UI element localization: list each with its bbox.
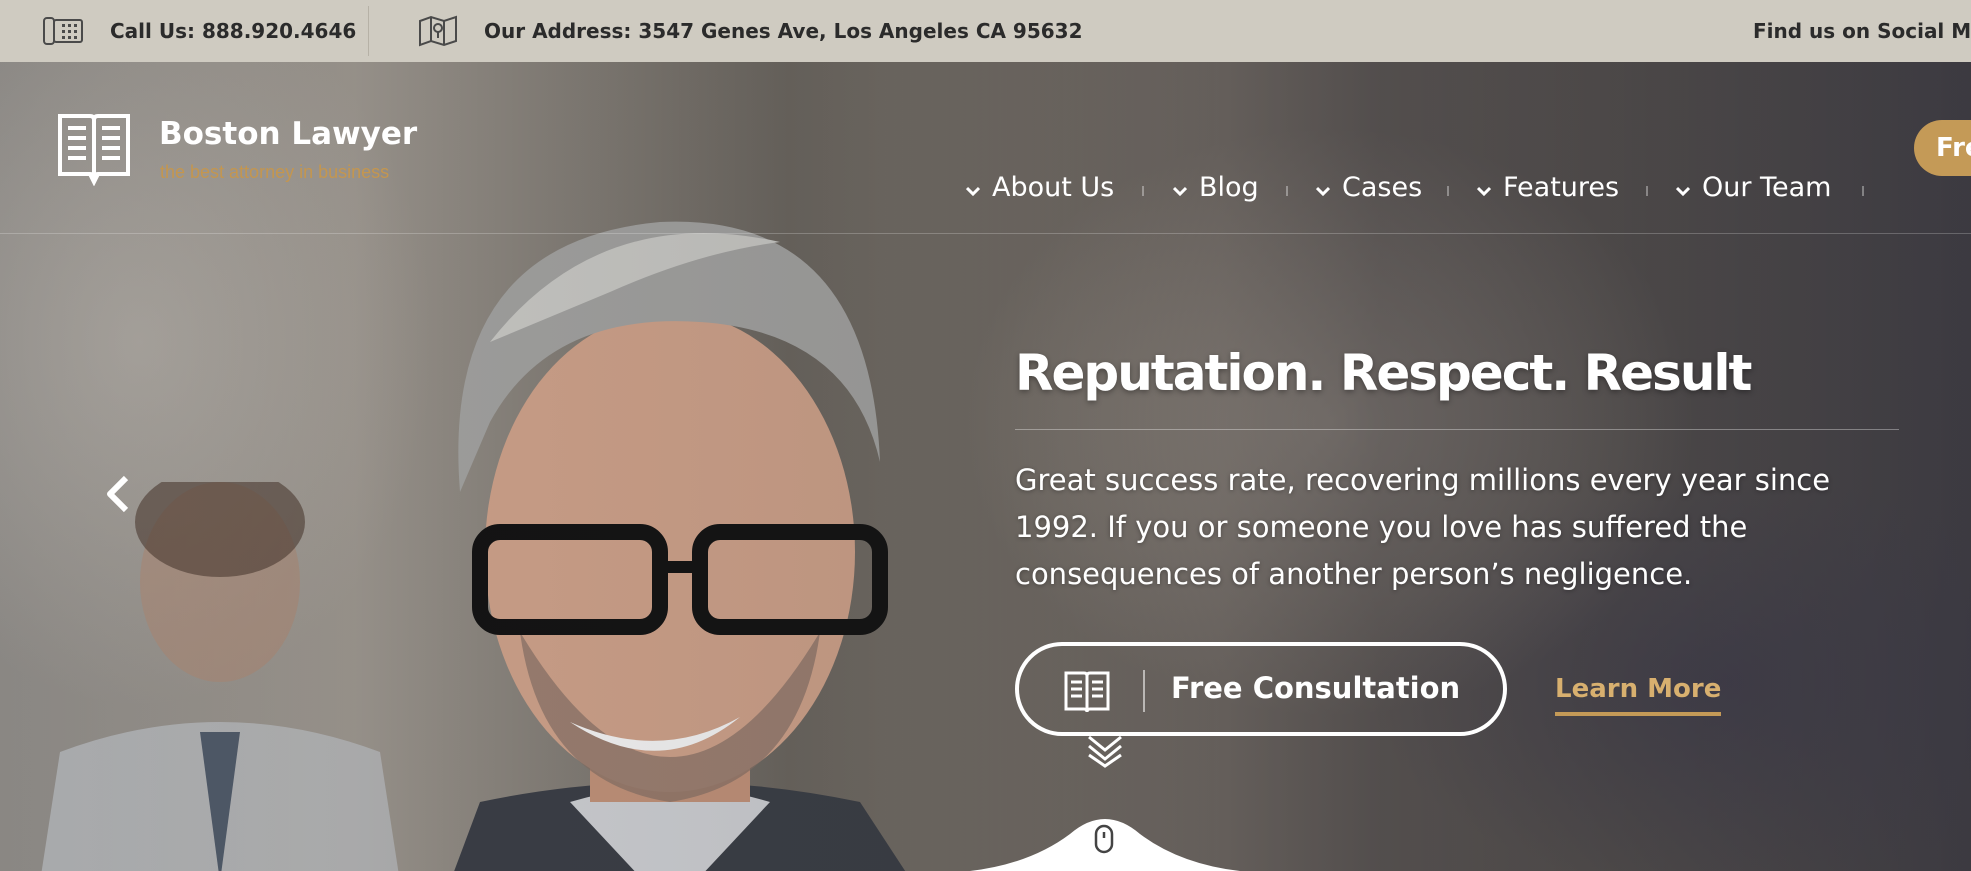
nav-divider-line [0, 233, 1971, 234]
nav-item-blog[interactable]: Blog [1172, 172, 1259, 203]
chevron-down-icon [1476, 172, 1492, 203]
site-logo[interactable]: Boston Lawyer the best attorney in busin… [56, 110, 417, 191]
nav-label: Blog [1199, 172, 1259, 203]
hero-headline: Reputation. Respect. Result [1015, 344, 1752, 402]
brand-tagline: the best attorney in business [160, 162, 390, 182]
free-consultation-button[interactable]: Free Consultation [1015, 642, 1507, 736]
nav-item-about-us[interactable]: About Us [965, 172, 1115, 203]
address-text: Our Address: 3547 Genes Ave, Los Angeles… [484, 19, 1083, 43]
map-icon [418, 13, 458, 49]
chevron-down-icon [965, 172, 981, 203]
book-icon [1063, 668, 1111, 721]
nav-item-features[interactable]: Features [1476, 172, 1620, 203]
brand-name: Boston Lawyer [159, 116, 418, 152]
phone-contact[interactable]: Call Us: 888.920.4646 [42, 0, 356, 62]
nav-label: Cases [1342, 172, 1423, 203]
nav-separator [1142, 186, 1144, 196]
topbar-divider [368, 6, 369, 56]
headline-divider [1015, 429, 1899, 430]
nav-separator [1447, 186, 1449, 196]
slider-prev-arrow[interactable] [104, 474, 130, 519]
nav-item-our-team[interactable]: Our Team [1675, 172, 1832, 203]
nav-separator [1646, 186, 1648, 196]
button-divider [1143, 670, 1145, 712]
free-consultation-label: Free Consultation [1171, 671, 1461, 705]
nav-separator [1286, 186, 1288, 196]
learn-more-link[interactable]: Learn More [1555, 674, 1722, 716]
scroll-indicator[interactable] [970, 804, 1240, 871]
chevron-left-icon [107, 475, 129, 513]
social-text: Find us on Social Med [1753, 19, 1971, 43]
chevron-down-icon [1315, 172, 1331, 203]
hero-description: Great success rate, recovering millions … [1015, 463, 1831, 591]
address-contact[interactable]: Our Address: 3547 Genes Ave, Los Angeles… [418, 0, 1083, 62]
social-links[interactable]: Find us on Social Med [1753, 0, 1971, 62]
nav-label: Our Team [1702, 172, 1832, 203]
free-consultation-nav-button[interactable]: Fre [1914, 120, 1971, 176]
chevron-down-icon [1675, 172, 1691, 203]
hero-section: Boston Lawyer the best attorney in busin… [0, 62, 1971, 871]
nav-label: About Us [992, 172, 1115, 203]
phone-text: Call Us: 888.920.4646 [110, 19, 357, 43]
scroll-down-chevrons-icon[interactable] [1086, 734, 1124, 773]
chevron-down-icon [1172, 172, 1188, 203]
phone-icon [42, 14, 84, 48]
nav-label: Features [1503, 172, 1620, 203]
nav-separator [1862, 186, 1864, 196]
nav-item-cases[interactable]: Cases [1315, 172, 1423, 203]
top-info-bar: Call Us: 888.920.4646 Our Address: 3547 … [0, 0, 1971, 62]
open-book-icon [56, 110, 132, 191]
